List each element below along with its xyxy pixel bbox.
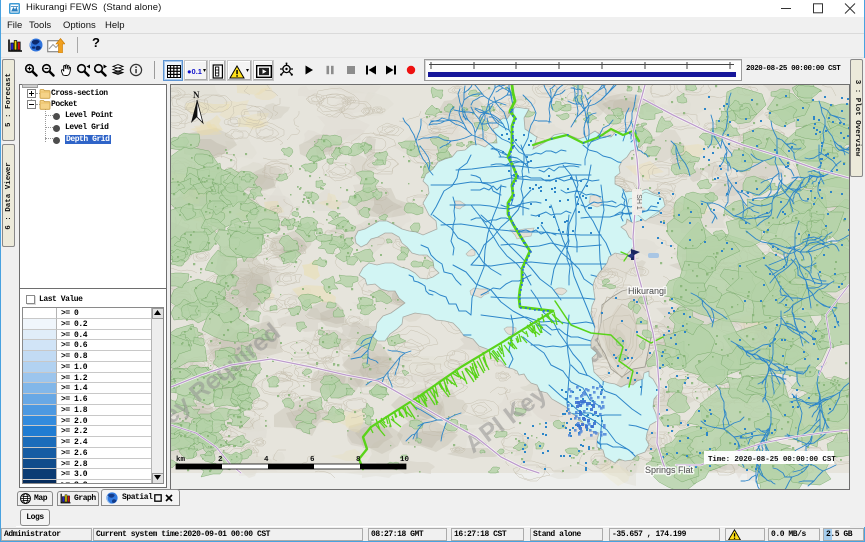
svg-text:10: 10: [400, 456, 410, 464]
svg-text:Hikurangi: Hikurangi: [628, 286, 666, 296]
svg-text:Springs Flat: Springs Flat: [645, 465, 694, 475]
svg-text:N: N: [193, 90, 200, 100]
svg-text:8: 8: [356, 456, 361, 464]
svg-text:SH 1: SH 1: [635, 194, 642, 210]
svg-text:2: 2: [218, 456, 223, 464]
svg-text:6: 6: [310, 456, 315, 464]
svg-text:Time: 2020-08-25 00:00:00 CST: Time: 2020-08-25 00:00:00 CST: [708, 456, 836, 464]
svg-text:4: 4: [264, 456, 269, 464]
svg-text:km: km: [176, 456, 186, 464]
